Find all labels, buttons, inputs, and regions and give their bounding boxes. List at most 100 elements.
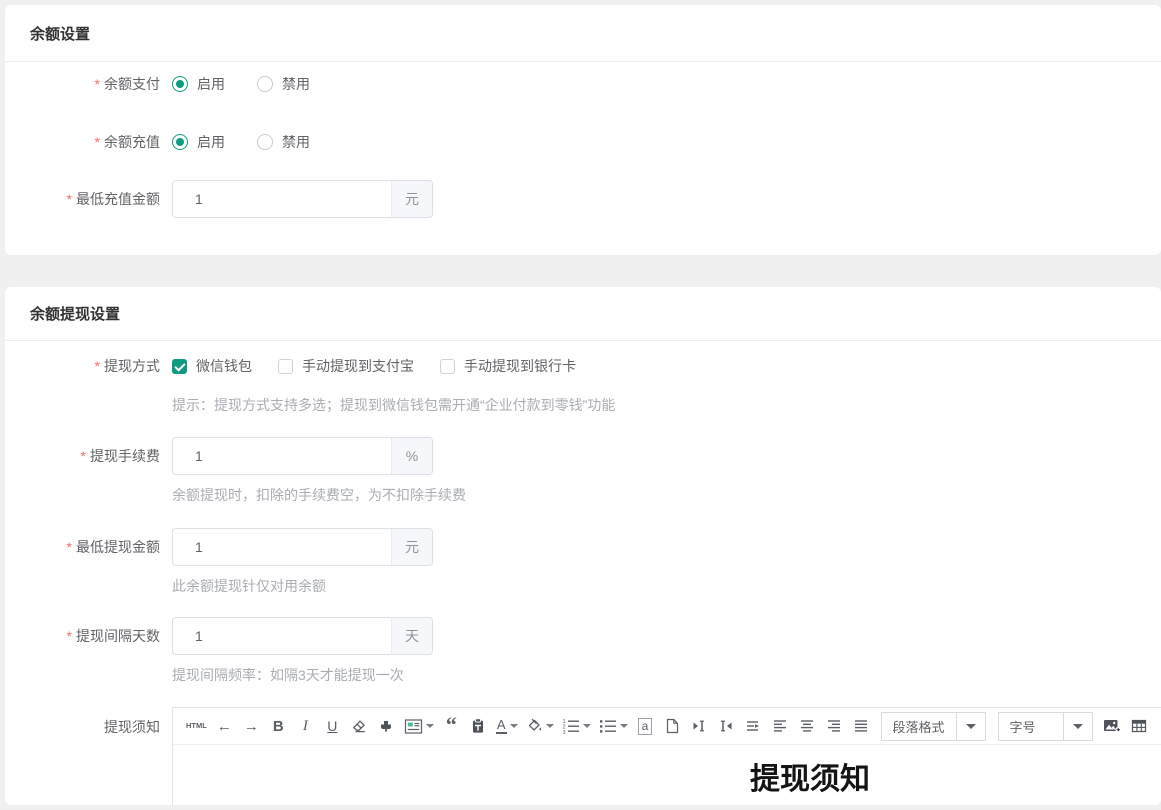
eraser-icon — [353, 720, 366, 733]
ordered-list-icon: 123 — [562, 719, 579, 734]
min-withdraw-hint: 此余额提现针仅对用余额 — [172, 578, 326, 594]
indent-button[interactable] — [687, 713, 712, 740]
abstract-template-button[interactable] — [401, 713, 437, 740]
align-left-icon — [774, 720, 786, 732]
redo-button[interactable]: → — [239, 713, 264, 740]
paint-bucket-icon — [528, 718, 541, 731]
chevron-down-icon — [509, 724, 518, 728]
undo-arrow-icon: ← — [216, 717, 232, 735]
withdraw-fee-input-group: % — [172, 437, 433, 475]
boxed-a-icon: a — [637, 717, 653, 735]
insert-image-button[interactable] — [1100, 713, 1125, 740]
paragraph-format-label: 段落格式 — [892, 719, 945, 735]
chevron-down-icon — [619, 724, 628, 728]
text-direction-button[interactable] — [741, 713, 766, 740]
editor-content-area[interactable]: 提现须知 — [173, 745, 1161, 805]
required-asterisk: * — [94, 134, 100, 150]
balance-recharge-label-wrap: * 余额充值 — [5, 130, 160, 154]
html-source-button[interactable]: HTML — [183, 713, 210, 740]
withdraw-method-hint: 提示：提现方式支持多选；提现到微信钱包需开通“企业付款到零钱”功能 — [172, 397, 616, 413]
outdent-button[interactable] — [714, 713, 739, 740]
blank-page-icon — [666, 718, 679, 734]
withdraw-interval-input[interactable] — [173, 618, 391, 654]
wechat-wallet-checkbox[interactable] — [172, 358, 187, 374]
balance-pay-disable-radio[interactable] — [257, 76, 273, 92]
balance-pay-enable-label[interactable]: 启用 — [197, 74, 225, 94]
withdraw-fee-hint: 余额提现时，扣除的手续费空，为不扣除手续费 — [172, 487, 466, 503]
html-source-icon: HTML — [186, 721, 207, 731]
insert-table-button[interactable] — [1127, 713, 1152, 740]
balance-recharge-disable-label[interactable]: 禁用 — [282, 132, 310, 152]
paragraph-format-select[interactable]: 段落格式 — [880, 711, 986, 741]
alipay-manual-label[interactable]: 手动提现到支付宝 — [302, 356, 414, 376]
underline-button[interactable]: U — [320, 713, 345, 740]
min-recharge-item: *最低充值金额 元 — [5, 180, 1161, 218]
min-withdraw-item: *最低提现金额 元 此余额提现针仅对用余额 — [5, 528, 1161, 596]
bank-manual-label[interactable]: 手动提现到银行卡 — [464, 356, 576, 376]
withdraw-method-item: * 提现方式 微信钱包 手动提现到支付宝 手动提现到银行卡 提示：提现方式支持多选… — [5, 354, 1161, 415]
min-withdraw-label: 最低提现金额 — [76, 539, 160, 555]
unordered-list-icon — [599, 720, 616, 733]
withdraw-fee-unit: % — [391, 438, 432, 474]
required-asterisk: * — [94, 358, 100, 374]
new-page-button[interactable] — [660, 713, 685, 740]
alipay-manual-checkbox[interactable] — [278, 358, 293, 374]
wechat-wallet-label[interactable]: 微信钱包 — [196, 356, 252, 376]
ordered-list-button[interactable]: 123 — [559, 713, 594, 740]
rich-text-editor: HTML ← → B I U “ A 1 2 3 a 段落格式 字号 提现须知 — [172, 707, 1161, 805]
withdraw-fee-label: 提现手续费 — [90, 448, 160, 464]
background-color-button[interactable] — [523, 713, 557, 740]
inline-code-button[interactable]: a — [633, 713, 658, 740]
align-right-button[interactable] — [822, 713, 847, 740]
withdraw-notice-item: 提现须知 HTML ← → B I U “ A 1 2 3 a 段落格式 字号 … — [5, 707, 1161, 805]
balance-recharge-enable-label[interactable]: 启用 — [197, 132, 225, 152]
align-justify-button[interactable] — [849, 713, 874, 740]
align-center-button[interactable] — [795, 713, 820, 740]
font-color-button[interactable]: A — [493, 713, 521, 740]
chevron-down-icon — [425, 724, 434, 728]
bold-icon: B — [272, 717, 284, 735]
withdraw-interval-input-group: 天 — [172, 617, 433, 655]
bold-button[interactable]: B — [266, 713, 291, 740]
font-size-select[interactable]: 字号 — [997, 711, 1093, 741]
withdraw-interval-item: *提现间隔天数 天 提现间隔频率：如隔3天才能提现一次 — [5, 617, 1161, 685]
unordered-list-button[interactable] — [596, 713, 631, 740]
bank-manual-checkbox[interactable] — [440, 358, 455, 374]
align-left-button[interactable] — [768, 713, 793, 740]
italic-button[interactable]: I — [293, 713, 318, 740]
min-withdraw-input[interactable] — [173, 529, 391, 565]
withdraw-fee-label-wrap: * 提现手续费 — [5, 437, 160, 505]
paste-text-icon — [473, 718, 484, 733]
clear-format-button[interactable] — [347, 713, 372, 740]
undo-button[interactable]: ← — [212, 713, 237, 740]
min-withdraw-input-group: 元 — [172, 528, 433, 566]
balance-settings-header: 余额设置 — [5, 5, 1161, 62]
withdraw-interval-label-wrap: * 提现间隔天数 — [5, 617, 160, 685]
redo-arrow-icon: → — [243, 717, 259, 735]
required-asterisk: * — [80, 448, 86, 464]
balance-recharge-enable-radio[interactable] — [172, 134, 188, 150]
withdraw-settings-title: 余额提现设置 — [30, 306, 121, 323]
balance-pay-enable-radio[interactable] — [172, 76, 188, 92]
withdraw-interval-label: 提现间隔天数 — [76, 628, 160, 644]
withdraw-method-label: 提现方式 — [104, 358, 160, 374]
required-asterisk: * — [94, 76, 100, 92]
withdraw-interval-hint: 提现间隔频率：如隔3天才能提现一次 — [172, 667, 404, 683]
withdraw-notice-label: 提现须知 — [104, 719, 160, 735]
balance-pay-disable-label[interactable]: 禁用 — [282, 74, 310, 94]
withdraw-interval-unit: 天 — [391, 618, 432, 654]
withdraw-fee-input[interactable] — [173, 438, 391, 474]
paste-text-button[interactable] — [466, 713, 491, 740]
balance-pay-item: * 余额支付 启用 禁用 — [5, 72, 1161, 96]
balance-recharge-disable-radio[interactable] — [257, 134, 273, 150]
balance-pay-label: 余额支付 — [104, 76, 160, 92]
editor-toolbar: HTML ← → B I U “ A 1 2 3 a 段落格式 字号 — [173, 708, 1161, 745]
format-brush-button[interactable] — [374, 713, 399, 740]
abstract-template-icon — [404, 718, 422, 734]
align-center-icon — [801, 720, 813, 732]
chevron-down-icon — [955, 712, 985, 740]
blockquote-button[interactable]: “ — [439, 713, 464, 740]
withdraw-notice-label-wrap: 提现须知 — [5, 707, 160, 805]
min-withdraw-label-wrap: * 最低提现金额 — [5, 528, 160, 596]
min-recharge-input[interactable] — [173, 181, 391, 217]
